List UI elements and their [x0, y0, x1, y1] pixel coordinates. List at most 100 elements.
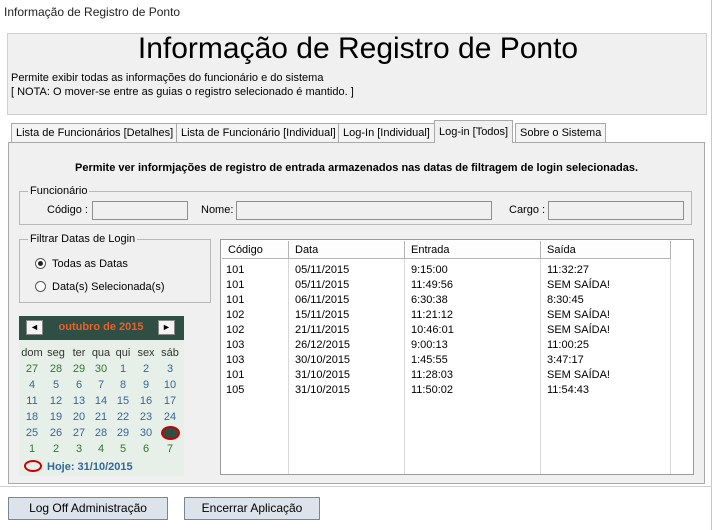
table-cell[interactable]: 26/12/2015 — [295, 339, 350, 351]
calendar-day[interactable]: 19 — [45, 411, 67, 423]
table-cell[interactable]: 06/11/2015 — [295, 294, 349, 306]
calendar-day[interactable]: 12 — [45, 395, 67, 407]
calendar-day[interactable]: 29 — [68, 363, 90, 375]
calendar-day[interactable]: 1 — [112, 363, 134, 375]
calendar-day[interactable]: 25 — [21, 427, 43, 439]
calendar-day[interactable]: 2 — [45, 443, 67, 455]
calendar-day[interactable]: 27 — [68, 427, 90, 439]
tab-about-system[interactable]: Sobre o Sistema — [515, 123, 607, 142]
table-cell[interactable]: 05/11/2015 — [295, 264, 349, 276]
calendar-day[interactable]: 3 — [159, 363, 181, 375]
calendar-day[interactable]: 30 — [135, 427, 157, 439]
table-cell[interactable]: 11:49:56 — [411, 279, 453, 291]
radio-selected-dates-label[interactable]: Data(s) Selecionada(s) — [52, 281, 165, 293]
role-field[interactable] — [548, 201, 684, 220]
today-link[interactable]: Hoje: 31/10/2015 — [47, 461, 133, 473]
calendar-prev-button[interactable]: ◄ — [26, 320, 43, 335]
calendar-day[interactable]: 5 — [45, 379, 67, 391]
calendar-day[interactable]: 30 — [90, 363, 112, 375]
table-cell[interactable]: 3:47:17 — [547, 354, 584, 366]
table-cell[interactable]: 9:15:00 — [411, 264, 448, 276]
table-cell[interactable]: SEM SAÍDA! — [547, 324, 610, 336]
today-icon[interactable] — [24, 460, 42, 472]
logoff-button[interactable]: Log Off Administração — [8, 497, 168, 520]
calendar-day[interactable]: 9 — [135, 379, 157, 391]
calendar-day[interactable]: 2 — [135, 363, 157, 375]
calendar-day[interactable]: 11 — [21, 395, 43, 407]
table-cell[interactable]: 101 — [226, 369, 244, 381]
calendar-day[interactable]: 5 — [112, 443, 134, 455]
calendar-day[interactable]: 18 — [21, 411, 43, 423]
calendar-day-today[interactable]: 31 — [159, 427, 181, 439]
table-cell[interactable]: 101 — [226, 264, 244, 276]
calendar-day[interactable]: 4 — [90, 443, 112, 455]
calendar-day[interactable]: 3 — [68, 443, 90, 455]
calendar-day[interactable]: 26 — [45, 427, 67, 439]
radio-all-dates[interactable] — [35, 258, 46, 269]
table-cell[interactable]: 9:00:13 — [411, 339, 448, 351]
table-cell[interactable]: 10:46:01 — [411, 324, 454, 336]
table-cell[interactable]: SEM SAÍDA! — [547, 309, 610, 321]
table-cell[interactable]: SEM SAÍDA! — [547, 279, 610, 291]
calendar-next-button[interactable]: ► — [158, 320, 175, 335]
calendar-day[interactable]: 10 — [159, 379, 181, 391]
calendar-day[interactable]: 7 — [90, 379, 112, 391]
calendar-day[interactable]: 13 — [68, 395, 90, 407]
tab-login-individual[interactable]: Log-In [Individual] — [338, 123, 435, 142]
column-header-code[interactable]: Código — [222, 241, 289, 259]
table-cell[interactable]: 11:00:25 — [547, 339, 589, 351]
calendar-day[interactable]: 4 — [21, 379, 43, 391]
table-cell[interactable]: 31/10/2015 — [295, 369, 350, 381]
table-cell[interactable]: 11:28:03 — [411, 369, 453, 381]
table-cell[interactable]: 103 — [226, 339, 244, 351]
table-cell[interactable]: 31/10/2015 — [295, 384, 350, 396]
calendar-day[interactable]: 6 — [135, 443, 157, 455]
table-cell[interactable]: 102 — [226, 324, 244, 336]
calendar-day[interactable]: 29 — [112, 427, 134, 439]
tab-employee-list-individual[interactable]: Lista de Funcionário [Individual] — [176, 123, 341, 142]
table-cell[interactable]: 102 — [226, 309, 244, 321]
table-cell[interactable]: 11:21:12 — [411, 309, 453, 321]
table-cell[interactable]: 11:50:02 — [411, 384, 453, 396]
code-field[interactable] — [92, 201, 188, 220]
calendar-day[interactable]: 24 — [159, 411, 181, 423]
table-cell[interactable]: 8:30:45 — [547, 294, 584, 306]
table-cell[interactable]: 105 — [226, 384, 244, 396]
table-cell[interactable]: 21/11/2015 — [295, 324, 349, 336]
calendar-day[interactable]: 17 — [159, 395, 181, 407]
table-cell[interactable]: 103 — [226, 354, 244, 366]
name-field[interactable] — [236, 201, 492, 220]
radio-selected-dates[interactable] — [35, 281, 46, 292]
calendar-day[interactable]: 15 — [112, 395, 134, 407]
calendar-day[interactable]: 20 — [68, 411, 90, 423]
tab-employee-list-details[interactable]: Lista de Funcionários [Detalhes] — [11, 123, 179, 142]
table-cell[interactable]: 15/11/2015 — [295, 309, 349, 321]
table-cell[interactable]: 101 — [226, 294, 244, 306]
calendar-day[interactable]: 21 — [90, 411, 112, 423]
table-cell[interactable]: 11:54:43 — [547, 384, 589, 396]
calendar-day[interactable]: 8 — [112, 379, 134, 391]
calendar-day[interactable]: 7 — [159, 443, 181, 455]
table-cell[interactable]: 101 — [226, 279, 244, 291]
table-cell[interactable]: SEM SAÍDA! — [547, 369, 610, 381]
calendar-day[interactable]: 1 — [21, 443, 43, 455]
calendar-day[interactable]: 28 — [90, 427, 112, 439]
calendar-day[interactable]: 23 — [135, 411, 157, 423]
tab-login-all[interactable]: Log-in [Todos] — [434, 120, 514, 143]
radio-all-dates-label[interactable]: Todas as Datas — [52, 258, 128, 270]
column-header-entry[interactable]: Entrada — [405, 241, 541, 259]
table-cell[interactable]: 11:32:27 — [547, 264, 589, 276]
exit-button[interactable]: Encerrar Aplicação — [184, 497, 320, 520]
calendar-day[interactable]: 16 — [135, 395, 157, 407]
calendar-day[interactable]: 22 — [112, 411, 134, 423]
table-cell[interactable]: 6:30:38 — [411, 294, 448, 306]
table-cell[interactable]: 30/10/2015 — [295, 354, 350, 366]
calendar-day[interactable]: 28 — [45, 363, 67, 375]
column-header-date[interactable]: Data — [289, 241, 405, 259]
table-cell[interactable]: 1:45:55 — [411, 354, 448, 366]
calendar-day[interactable]: 27 — [21, 363, 43, 375]
calendar-day[interactable]: 14 — [90, 395, 112, 407]
column-header-exit[interactable]: Saída — [541, 241, 671, 259]
table-cell[interactable]: 05/11/2015 — [295, 279, 349, 291]
calendar-day[interactable]: 6 — [68, 379, 90, 391]
